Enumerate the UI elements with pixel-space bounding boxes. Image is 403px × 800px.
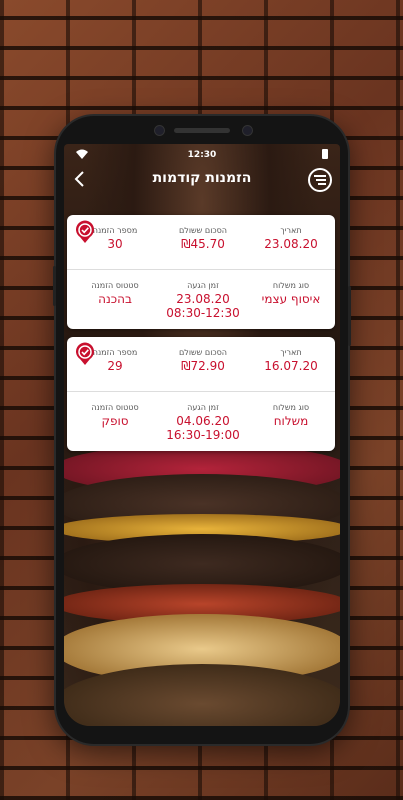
order-details-row: סוג משלוח איסוף עצמי זמן הגעה 23.08.20 0… bbox=[67, 269, 335, 328]
status-time: 12:30 bbox=[187, 150, 217, 160]
status-value: סופק bbox=[101, 414, 129, 428]
arrival-window-value: 08:30-12:30 bbox=[166, 306, 240, 320]
status-cell: סטטוס הזמנה בהכנה bbox=[71, 270, 159, 306]
status-bar: 12:30 bbox=[64, 144, 340, 166]
total-value: ₪45.70 bbox=[181, 237, 225, 251]
phone-frame: 12:30 הזמנות קודמות תאריך 23.08.20 הסכום… bbox=[53, 116, 351, 744]
status-cell: סטטוס הזמנה סופק bbox=[71, 392, 159, 428]
order-summary-row: תאריך 16.07.20 הסכום ששולם ₪72.90 מספר ה… bbox=[67, 337, 335, 391]
total-value: ₪72.90 bbox=[181, 359, 225, 373]
page-title: הזמנות קודמות bbox=[152, 170, 252, 186]
background-layer bbox=[64, 664, 340, 726]
date-cell: תאריך 23.08.20 bbox=[247, 215, 335, 251]
total-label: הסכום ששולם bbox=[178, 348, 228, 357]
volume-button bbox=[53, 266, 56, 306]
battery-icon bbox=[322, 149, 328, 159]
arrival-date-value: 04.06.20 bbox=[176, 414, 230, 428]
order-summary-row: תאריך 23.08.20 הסכום ששולם ₪45.70 מספר ה… bbox=[67, 215, 335, 269]
status-label: סטטוס הזמנה bbox=[91, 403, 139, 412]
status-value: בהכנה bbox=[98, 292, 132, 306]
arrival-window-value: 16:30-19:00 bbox=[166, 428, 240, 442]
arrival-time-cell: זמן הגעה 04.06.20 16:30-19:00 bbox=[159, 392, 247, 442]
date-value: 23.08.20 bbox=[264, 237, 318, 251]
status-label: סטטוס הזמנה bbox=[91, 281, 139, 290]
check-badge-icon bbox=[76, 220, 94, 243]
front-camera bbox=[154, 125, 165, 136]
arrival-time-label: זמן הגעה bbox=[187, 281, 219, 290]
date-label: תאריך bbox=[280, 348, 302, 357]
delivery-type-cell: סוג משלוח משלוח bbox=[247, 392, 335, 428]
arrival-date-value: 23.08.20 bbox=[176, 292, 230, 306]
delivery-type-value: משלוח bbox=[273, 414, 309, 428]
total-cell: הסכום ששולם ₪72.90 bbox=[159, 337, 247, 373]
delivery-type-label: סוג משלוח bbox=[272, 403, 310, 412]
order-card[interactable]: תאריך 16.07.20 הסכום ששולם ₪72.90 מספר ה… bbox=[67, 337, 335, 451]
order-details-row: סוג משלוח משלוח זמן הגעה 04.06.20 16:30-… bbox=[67, 391, 335, 450]
date-label: תאריך bbox=[280, 226, 302, 235]
date-cell: תאריך 16.07.20 bbox=[247, 337, 335, 373]
app-header: הזמנות קודמות bbox=[64, 166, 340, 194]
arrival-time-label: זמן הגעה bbox=[187, 403, 219, 412]
total-label: הסכום ששולם bbox=[178, 226, 228, 235]
arrival-time-cell: זמן הגעה 23.08.20 08:30-12:30 bbox=[159, 270, 247, 320]
date-value: 16.07.20 bbox=[264, 359, 318, 373]
speaker bbox=[174, 128, 230, 133]
sensor bbox=[242, 125, 253, 136]
order-card[interactable]: תאריך 23.08.20 הסכום ששולם ₪45.70 מספר ה… bbox=[67, 215, 335, 329]
check-badge-icon bbox=[76, 342, 94, 365]
delivery-type-cell: סוג משלוח איסוף עצמי bbox=[247, 270, 335, 306]
total-cell: הסכום ששולם ₪45.70 bbox=[159, 215, 247, 251]
app-screen: 12:30 הזמנות קודמות תאריך 23.08.20 הסכום… bbox=[64, 144, 340, 726]
power-button bbox=[348, 286, 351, 346]
delivery-type-value: איסוף עצמי bbox=[261, 292, 321, 306]
menu-icon[interactable] bbox=[308, 168, 332, 192]
delivery-type-label: סוג משלוח bbox=[272, 281, 310, 290]
